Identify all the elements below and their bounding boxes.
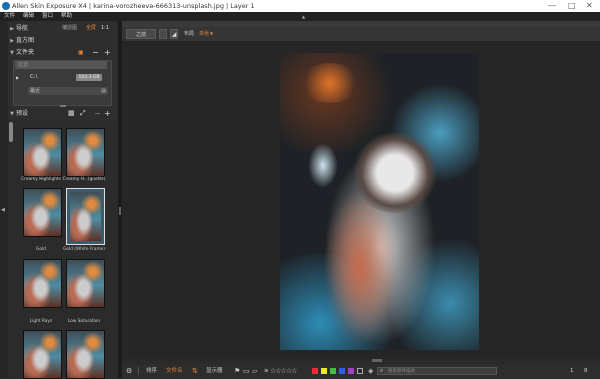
collection-icon[interactable]: ◈: [368, 364, 373, 378]
drive-size: 103.3 GB: [76, 74, 102, 81]
folder-filter-input[interactable]: 过滤: [15, 61, 107, 69]
ratio-option[interactable]: 1:1: [101, 23, 109, 34]
color-label-blue[interactable]: [339, 368, 345, 374]
panel-resize-handle[interactable]: [60, 105, 66, 107]
before-button[interactable]: 之前: [126, 29, 156, 39]
menu-bar: 文件 编辑 窗口 帮助 ▲: [0, 12, 600, 21]
split-view-icon[interactable]: [159, 29, 167, 39]
fullscreen-icon[interactable]: ⤢: [80, 108, 86, 119]
view-count: 8: [584, 368, 588, 374]
image-count: 1: [570, 368, 574, 374]
presets-scrollbar[interactable]: [9, 122, 13, 142]
remove-icon[interactable]: −: [92, 47, 99, 58]
compare-icon[interactable]: ◢: [170, 29, 178, 39]
bottom-bar: ⚙ 排序 文件名 ⇅ 显示器 ⚑ ▭ ▱ ≥ ☆☆☆☆☆ ◈ 搜索部件描述 ⌕ …: [122, 364, 600, 378]
expand-icon: ▶: [10, 38, 14, 44]
menu-file[interactable]: 文件: [4, 13, 15, 19]
filmstrip-handle[interactable]: [372, 359, 382, 362]
preset-label: Creamy Highlights: [21, 177, 61, 182]
flag-icon[interactable]: ⚑: [234, 364, 240, 378]
histogram-header[interactable]: ▶ 直方图: [8, 35, 118, 46]
photo-preview[interactable]: [280, 53, 479, 350]
rating-operator[interactable]: ≥: [264, 364, 269, 378]
comment-icon[interactable]: ▭: [243, 364, 250, 378]
left-edge: ◀: [0, 21, 8, 378]
preset-thumbnail[interactable]: [66, 128, 105, 177]
add-icon[interactable]: +: [104, 47, 111, 58]
gear-icon[interactable]: ⚙: [126, 364, 132, 378]
collapse-icon: ▼: [10, 111, 14, 117]
sort-dropdown[interactable]: 文件名: [166, 364, 183, 378]
chevron-down-icon: ▼: [210, 31, 214, 36]
preset-label: Light Rays: [29, 319, 53, 324]
fill-option[interactable]: 全屏: [86, 23, 96, 34]
app-logo: [2, 2, 10, 10]
color-label-none[interactable]: [357, 368, 363, 374]
maximize-icon[interactable]: □: [568, 0, 576, 12]
color-label-red[interactable]: [312, 368, 318, 374]
preset-thumbnail[interactable]: [23, 330, 62, 379]
preset-thumbnail[interactable]: [23, 128, 62, 177]
preset-label: Gold: [36, 247, 46, 252]
preset-label: Gold (White Frame): [63, 247, 105, 252]
folders-header[interactable]: ▼ 文件夹 ▣ − +: [8, 47, 118, 58]
color-label-green[interactable]: [330, 368, 336, 374]
expand-icon: ▶: [10, 26, 14, 32]
presets-header[interactable]: ▼ 预设 ▦ ⤢ − +: [8, 108, 118, 119]
expand-icon: ▶: [16, 75, 20, 80]
title-bar: Allen Skin Exposure X4 | karina-vorozhee…: [0, 0, 600, 12]
histogram-label: 直方图: [16, 37, 35, 44]
drive-name: C:\: [30, 74, 38, 80]
search-input[interactable]: 搜索部件描述: [377, 367, 497, 375]
navigator-label: 导航: [16, 25, 29, 32]
folder-small-icon: ▤: [101, 88, 106, 94]
search-icon: ⌕: [380, 367, 384, 374]
color-label-purple[interactable]: [348, 368, 354, 374]
folder-icon[interactable]: ▣: [78, 47, 84, 58]
preset-label: Low Saturation: [67, 319, 101, 324]
minimize-icon[interactable]: —: [548, 0, 556, 12]
menu-edit[interactable]: 编辑: [23, 13, 34, 19]
filter-dropdown[interactable]: 显示器: [206, 364, 223, 378]
sort-label[interactable]: 排序: [146, 364, 157, 378]
menu-help[interactable]: 帮助: [61, 13, 72, 19]
collapse-icon: ▼: [10, 50, 14, 56]
preset-thumbnail-selected[interactable]: [66, 188, 105, 245]
star-rating[interactable]: ☆☆☆☆☆: [270, 364, 297, 378]
layout-dropdown[interactable]: 单张: [199, 29, 209, 39]
fit-option[interactable]: 捕捉图: [62, 23, 77, 34]
presets-label: 预设: [16, 110, 29, 117]
remove-icon[interactable]: −: [94, 108, 101, 119]
window-title: Allen Skin Exposure X4 | karina-vorozhee…: [12, 2, 255, 10]
collapse-left-icon[interactable]: ◀: [1, 207, 5, 213]
preset-thumbnail[interactable]: [66, 259, 105, 308]
favorite-item[interactable]: 最近 ▤: [28, 87, 108, 95]
toolbar: 之前 ◢ 布局 单张 ▼: [122, 27, 600, 41]
layout-label: 布局: [184, 31, 195, 37]
preset-thumbnail[interactable]: [23, 188, 62, 237]
folders-label: 文件夹: [16, 49, 35, 56]
preset-thumbnail[interactable]: [23, 259, 62, 308]
menu-window[interactable]: 窗口: [42, 13, 53, 19]
navigator-header[interactable]: ▶ 导航 捕捉图 全屏 1:1: [8, 23, 118, 34]
favorite-label: 最近: [30, 88, 41, 94]
drive-item[interactable]: ▶ C:\ 103.3 GB: [16, 73, 106, 82]
comment-outline-icon[interactable]: ▱: [252, 364, 257, 378]
close-icon[interactable]: ✕: [586, 0, 593, 12]
grid-view-icon[interactable]: ▦: [68, 108, 75, 119]
color-label-yellow[interactable]: [321, 368, 327, 374]
preset-thumbnail[interactable]: [66, 330, 105, 379]
preset-label: Creamy H...(gnette): [62, 177, 106, 182]
collapse-top-icon[interactable]: ▲: [302, 12, 305, 21]
add-icon[interactable]: +: [104, 108, 111, 119]
sort-direction-icon[interactable]: ⇅: [192, 364, 198, 378]
